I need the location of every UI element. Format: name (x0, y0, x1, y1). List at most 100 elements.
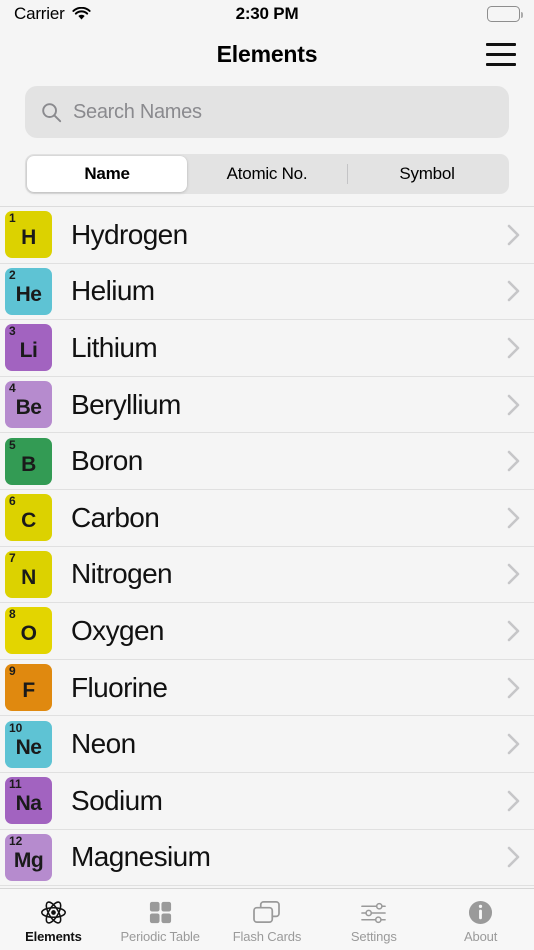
element-tile: 6C (5, 494, 52, 542)
tab-bar: Elements Periodic Table Flash Cards Sett… (0, 888, 534, 950)
hamburger-bar (486, 52, 516, 56)
element-symbol: He (15, 282, 42, 306)
segment-atomic-no[interactable]: Atomic No. (187, 156, 347, 192)
grid-squares-icon (148, 900, 173, 926)
element-symbol: H (21, 226, 36, 250)
tab-elements[interactable]: Elements (0, 889, 107, 950)
element-name: Helium (71, 275, 155, 307)
chevron-right-icon (507, 450, 520, 472)
element-tile: 4 Be (5, 381, 52, 429)
info-circle-icon (468, 900, 493, 926)
segment-name[interactable]: Name (27, 156, 187, 192)
element-name: Beryllium (71, 388, 181, 420)
table-row[interactable]: 2 He Helium (0, 263, 534, 321)
element-name: Boron (71, 445, 143, 477)
sliders-icon (360, 900, 387, 926)
table-row[interactable]: 8 O Oxygen (0, 603, 534, 660)
element-atomic-number: 7 (9, 550, 16, 565)
hamburger-bar (486, 62, 516, 66)
table-row[interactable]: 11 Na Sodium (0, 772, 534, 830)
element-tile: 11 Na (5, 777, 52, 825)
hamburger-menu-icon[interactable] (482, 39, 520, 69)
chevron-right-icon (507, 563, 520, 585)
hamburger-bar (486, 42, 516, 46)
segment-symbol[interactable]: Symbol (347, 156, 507, 192)
page-title: Elements (216, 40, 318, 67)
wifi-icon (71, 6, 91, 21)
search-section: Search Names (0, 80, 534, 138)
element-atomic-number: 4 (9, 381, 16, 396)
table-row[interactable]: 10 Ne Neon (0, 716, 534, 773)
element-symbol: F (22, 679, 35, 703)
search-input[interactable]: Search Names (25, 86, 509, 138)
element-name: Oxygen (71, 614, 165, 646)
element-name: Lithium (71, 331, 158, 363)
element-tile: 8O (5, 607, 52, 655)
tab-label-about: About (463, 928, 498, 944)
chevron-right-icon (507, 677, 520, 699)
tab-label-settings: Settings (350, 928, 397, 944)
element-atomic-number: 5 (9, 437, 16, 452)
app-screen: Carrier 2:30 PM Elements Search Names Na… (0, 0, 534, 950)
element-symbol: Ne (15, 735, 42, 759)
table-row[interactable]: 9 F Fluorine (0, 659, 534, 717)
element-atomic-number: 8 (9, 607, 16, 622)
chevron-right-icon (507, 224, 520, 246)
element-symbol: O (20, 622, 37, 646)
segmented-control[interactable]: Name Atomic No. Symbol (25, 154, 509, 194)
element-tile: 7N (5, 550, 52, 598)
element-list[interactable]: 1 H Hydrogen 2 He Helium 3 Li Lithium 4 Be Berylliu… (0, 206, 534, 888)
element-atomic-number: 10 (9, 720, 23, 735)
element-atomic-number: 6 (9, 494, 16, 509)
element-name: Neon (71, 728, 136, 760)
segmented-control-section: Name Atomic No. Symbol (0, 138, 534, 206)
tab-about[interactable]: About (427, 889, 534, 950)
status-bar-right (487, 6, 523, 22)
element-name: Sodium (71, 784, 163, 816)
element-atomic-number: 1 (9, 211, 16, 226)
status-bar: Carrier 2:30 PM (0, 0, 534, 28)
search-placeholder: Search Names (73, 100, 202, 123)
status-bar-left: Carrier (14, 4, 91, 24)
tab-label-elements: Elements (25, 928, 82, 944)
element-name: Carbon (71, 501, 160, 533)
tab-periodic-table[interactable]: Periodic Table (107, 889, 214, 950)
tab-settings[interactable]: Settings (320, 889, 427, 950)
element-atomic-number: 9 (9, 664, 16, 679)
element-symbol: Li (19, 339, 38, 363)
table-row[interactable]: 1 H Hydrogen (0, 207, 534, 264)
table-row[interactable]: 6 C Carbon (0, 489, 534, 547)
element-tile: 1H (5, 211, 52, 259)
element-tile: 12 Mg (5, 833, 52, 881)
element-name: Magnesium (71, 841, 211, 873)
element-atomic-number: 3 (9, 324, 16, 339)
chevron-right-icon (507, 280, 520, 302)
element-atomic-number: 2 (9, 267, 16, 282)
table-row[interactable]: 4 Be Beryllium (0, 376, 534, 434)
chevron-right-icon (507, 846, 520, 868)
stacked-cards-icon (252, 900, 281, 926)
table-row[interactable]: 7 N Nitrogen (0, 546, 534, 604)
element-symbol: Mg (13, 848, 44, 872)
element-name: Fluorine (71, 671, 168, 703)
chevron-right-icon (507, 507, 520, 529)
table-row[interactable]: 3 Li Lithium (0, 320, 534, 377)
element-name: Hydrogen (71, 218, 188, 250)
tab-flash-cards[interactable]: Flash Cards (214, 889, 321, 950)
battery-full-icon (487, 6, 523, 22)
element-atomic-number: 11 (9, 777, 22, 792)
element-name: Nitrogen (71, 558, 173, 590)
chevron-right-icon (507, 337, 520, 359)
chevron-right-icon (507, 620, 520, 642)
atom-icon (40, 900, 67, 926)
table-row[interactable]: 5 B Boron (0, 433, 534, 490)
table-row[interactable]: 12 Mg Magnesium (0, 829, 534, 887)
element-atomic-number: 12 (9, 833, 23, 848)
tab-label-flash-cards: Flash Cards (232, 928, 302, 944)
element-tile: 2 He (5, 267, 52, 315)
element-tile: 5B (5, 437, 52, 485)
element-symbol: Be (15, 396, 42, 420)
search-icon (41, 102, 62, 123)
carrier-label: Carrier (14, 4, 65, 23)
chevron-right-icon (507, 733, 520, 755)
